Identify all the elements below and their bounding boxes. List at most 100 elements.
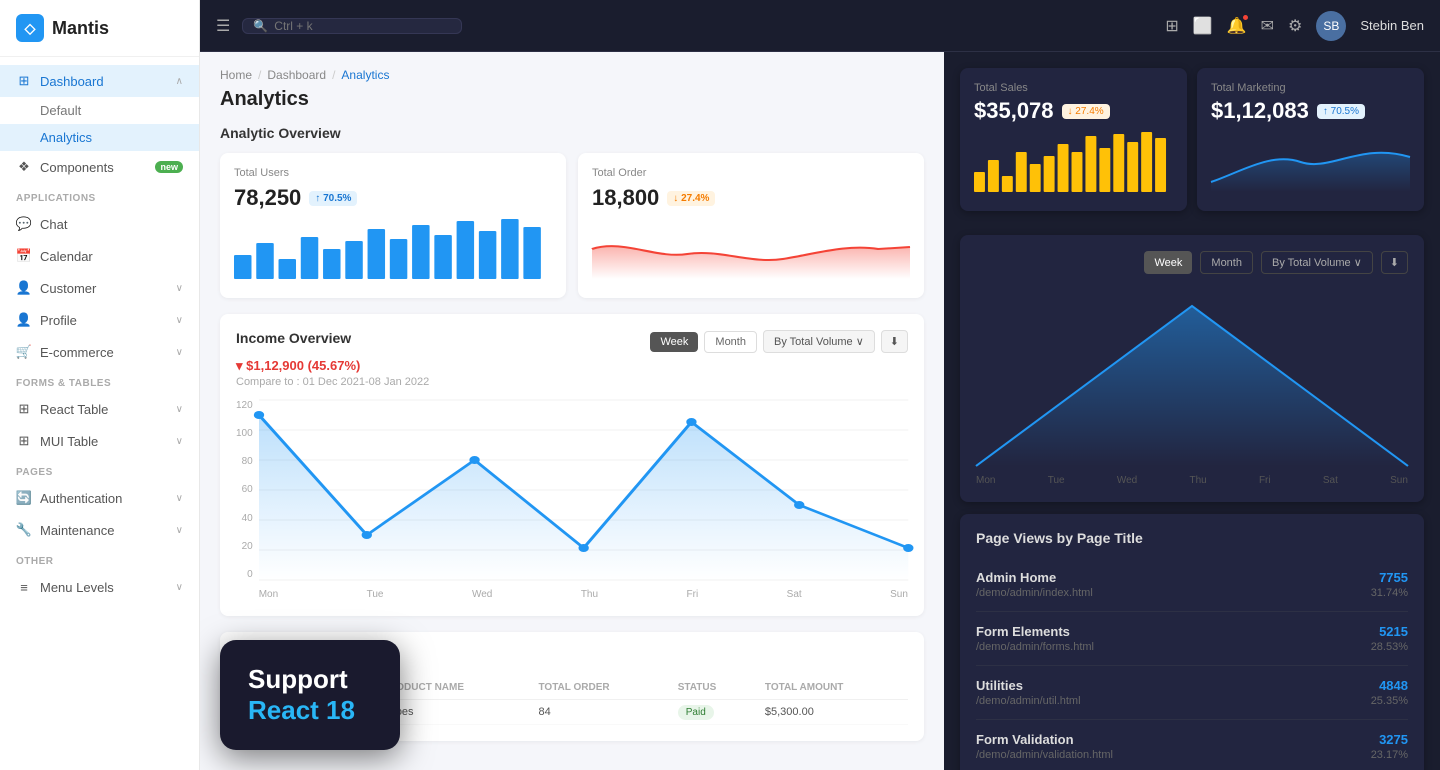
profile-icon: 👤 [16, 312, 32, 328]
income-compare: Compare to : 01 Dec 2021-08 Jan 2022 [236, 376, 429, 388]
calendar-label: Calendar [40, 249, 93, 264]
sidebar-item-ecommerce[interactable]: 🛒 E-commerce ∨ [0, 336, 199, 368]
month-button[interactable]: Month [704, 331, 757, 353]
sidebar-item-customer[interactable]: 👤 Customer ∨ [0, 272, 199, 304]
volume-button[interactable]: By Total Volume ∨ [763, 330, 875, 353]
profile-chevron: ∨ [176, 315, 183, 326]
week-button[interactable]: Week [650, 332, 698, 352]
stats-row: Total Users 78,250 ↑ 70.5% [220, 153, 924, 298]
support-react-popup[interactable]: Support React 18 [220, 640, 400, 750]
dark-label-marketing: Total Marketing [1211, 82, 1410, 94]
section-applications: Applications [0, 183, 199, 208]
dark-download-button[interactable]: ⬇ [1381, 251, 1408, 274]
orders-area-chart [592, 219, 910, 279]
content-right: Total Sales $35,078 ↓ 27.4% [944, 52, 1440, 770]
sidebar-item-mui-table[interactable]: ⊞ MUI Table ∨ [0, 425, 199, 457]
sidebar-item-chat[interactable]: 💬 Chat [0, 208, 199, 240]
pv-item-utilities: Utilities /demo/admin/util.html 4848 25.… [976, 666, 1408, 720]
logo-icon: ◇ [16, 14, 44, 42]
main-area: ☰ 🔍 ⊞ ⬜ 🔔 ✉ ⚙ SB Stebin Ben Home / Dashb… [200, 0, 1440, 770]
screen-icon[interactable]: ⬜ [1193, 16, 1213, 36]
auth-icon: 🔄 [16, 490, 32, 506]
support-popup-line2: React 18 [248, 695, 372, 726]
ecommerce-icon: 🛒 [16, 344, 32, 360]
sidebar-item-authentication[interactable]: 🔄 Authentication ∨ [0, 482, 199, 514]
income-line-chart [259, 400, 908, 580]
dark-income-chart-svg [976, 286, 1408, 466]
dark-badge-sales: ↓ 27.4% [1062, 104, 1110, 119]
sidebar-item-components[interactable]: ❖ Components new [0, 151, 199, 183]
mui-table-label: MUI Table [40, 434, 98, 449]
menu-icon[interactable]: ☰ [216, 16, 230, 36]
users-bar-chart [234, 219, 552, 279]
page-title: Analytics [220, 88, 924, 111]
grid-icon[interactable]: ⊞ [1165, 16, 1178, 36]
sidebar-item-default[interactable]: Default [0, 97, 199, 124]
search-input[interactable] [274, 19, 451, 33]
dark-stats-row: Total Sales $35,078 ↓ 27.4% [960, 68, 1424, 223]
breadcrumb-dashboard[interactable]: Dashboard [267, 68, 326, 82]
user-name[interactable]: Stebin Ben [1360, 18, 1424, 33]
dark-x-axis: MonTueWedThuFriSatSun [976, 475, 1408, 486]
stat-card-users: Total Users 78,250 ↑ 70.5% [220, 153, 566, 298]
ecommerce-chevron: ∨ [176, 347, 183, 358]
sidebar-item-menu-levels[interactable]: ≡ Menu Levels ∨ [0, 571, 199, 603]
dark-stat-marketing: Total Marketing $1,12,083 ↑ 70.5% [1197, 68, 1424, 211]
search-icon: 🔍 [253, 19, 268, 33]
pv-item-admin-home: Admin Home /demo/admin/index.html 7755 3… [976, 558, 1408, 612]
dark-label-sales: Total Sales [974, 82, 1173, 94]
sidebar-nav: ⊞ Dashboard ∧ Default Analytics ❖ Compon… [0, 57, 199, 770]
customer-icon: 👤 [16, 280, 32, 296]
react-table-chevron: ∨ [176, 404, 183, 415]
components-icon: ❖ [16, 159, 32, 175]
sidebar-item-react-table[interactable]: ⊞ React Table ∨ [0, 393, 199, 425]
mui-table-icon: ⊞ [16, 433, 32, 449]
profile-label: Profile [40, 313, 77, 328]
sidebar-logo[interactable]: ◇ Mantis [0, 0, 199, 57]
sidebar-item-maintenance[interactable]: 🔧 Maintenance ∨ [0, 514, 199, 546]
download-button[interactable]: ⬇ [881, 330, 908, 353]
avatar[interactable]: SB [1316, 11, 1346, 41]
topbar: ☰ 🔍 ⊞ ⬜ 🔔 ✉ ⚙ SB Stebin Ben [200, 0, 1440, 52]
section-other: Other [0, 546, 199, 571]
stat-label-users: Total Users [234, 167, 552, 179]
maintenance-label: Maintenance [40, 523, 114, 538]
settings-icon[interactable]: ⚙ [1288, 16, 1302, 36]
menu-levels-label: Menu Levels [40, 580, 114, 595]
auth-chevron: ∨ [176, 493, 183, 504]
dark-week-button[interactable]: Week [1144, 251, 1192, 274]
page-views-section: Page Views by Page Title Admin Home /dem… [960, 514, 1424, 770]
react-table-label: React Table [40, 402, 108, 417]
y-axis-labels: 120100806040200 [236, 400, 259, 580]
dark-month-button[interactable]: Month [1200, 251, 1253, 274]
breadcrumb-home[interactable]: Home [220, 68, 252, 82]
app-name: Mantis [52, 18, 109, 39]
income-overview-card: Income Overview ▾ $1,12,900 (45.67%) Com… [220, 314, 924, 616]
col-total-order: TOTAL ORDER [530, 676, 669, 700]
sidebar-item-dashboard[interactable]: ⊞ Dashboard ∧ [0, 65, 199, 97]
dark-chart-controls: Week Month By Total Volume ∨ ⬇ [976, 251, 1408, 274]
stat-badge-orders: ↓ 27.4% [667, 191, 715, 206]
menu-levels-chevron: ∨ [176, 582, 183, 593]
chat-label: Chat [40, 217, 67, 232]
col-status: STATUS [670, 676, 757, 700]
mail-icon[interactable]: ✉ [1261, 16, 1274, 36]
content-wrapper: Home / Dashboard / Analytics Analytics A… [200, 52, 1440, 770]
sidebar-item-profile[interactable]: 👤 Profile ∨ [0, 304, 199, 336]
dark-value-marketing: $1,12,083 [1211, 98, 1309, 124]
components-label: Components [40, 160, 114, 175]
stat-badge-users: ↑ 70.5% [309, 191, 357, 206]
sidebar-item-analytics[interactable]: Analytics [0, 124, 199, 151]
sidebar-item-calendar[interactable]: 📅 Calendar [0, 240, 199, 272]
dark-volume-button[interactable]: By Total Volume ∨ [1261, 251, 1373, 274]
search-bar[interactable]: 🔍 [242, 18, 462, 34]
col-total-amount: TOTAL AMOUNT [757, 676, 908, 700]
section-forms-tables: Forms & Tables [0, 368, 199, 393]
income-controls: Week Month By Total Volume ∨ ⬇ [650, 330, 908, 353]
notification-icon[interactable]: 🔔 [1227, 16, 1247, 36]
dashboard-label: Dashboard [40, 74, 104, 89]
section-pages: Pages [0, 457, 199, 482]
auth-label: Authentication [40, 491, 122, 506]
breadcrumb: Home / Dashboard / Analytics [220, 68, 924, 82]
calendar-icon: 📅 [16, 248, 32, 264]
